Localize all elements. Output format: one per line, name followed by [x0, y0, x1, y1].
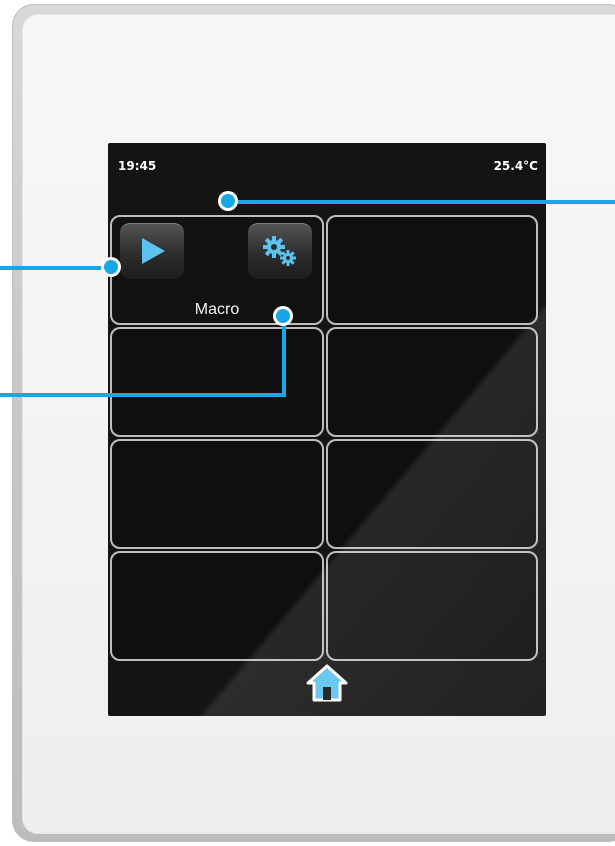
touch-screen: 19:45 25.4°C Macro	[108, 143, 546, 716]
tile-empty-6[interactable]	[110, 551, 324, 661]
tile-empty-3[interactable]	[326, 327, 538, 437]
home-button[interactable]	[300, 660, 354, 706]
macro-tile-label: Macro	[194, 301, 240, 318]
tile-empty-4[interactable]	[110, 439, 324, 549]
play-icon	[142, 238, 165, 264]
gears-icon	[263, 236, 296, 266]
home-icon	[306, 664, 348, 702]
tile-empty-7[interactable]	[326, 551, 538, 661]
callout-line-play	[0, 266, 110, 270]
callout-dot-top	[221, 194, 235, 208]
callout-dot-macro	[276, 309, 290, 323]
tile-empty-5[interactable]	[326, 439, 538, 549]
settings-button[interactable]	[248, 223, 312, 279]
play-button[interactable]	[120, 223, 184, 279]
macro-tile[interactable]: Macro	[110, 215, 324, 325]
callout-line-macro-vert	[282, 317, 286, 395]
status-time: 19:45	[118, 159, 157, 173]
callout-line-top	[228, 200, 615, 204]
tile-empty-2[interactable]	[110, 327, 324, 437]
callout-dot-play	[104, 260, 118, 274]
status-temperature: 25.4°C	[493, 159, 538, 173]
callout-line-macro	[0, 393, 286, 397]
tile-empty-1[interactable]	[326, 215, 538, 325]
